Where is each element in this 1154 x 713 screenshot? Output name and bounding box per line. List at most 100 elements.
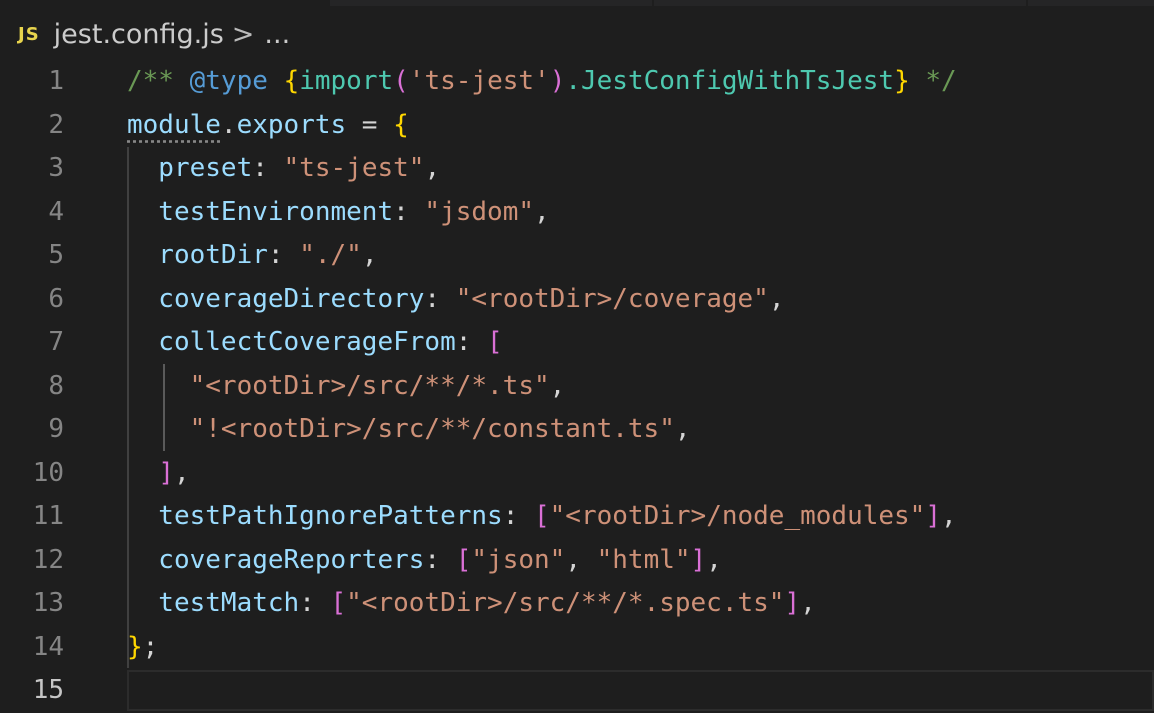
code-token: "<rootDir>/src/**/*.spec.ts" bbox=[346, 588, 785, 618]
code-token: collectCoverageFrom bbox=[127, 327, 456, 357]
code-token: @type bbox=[189, 66, 268, 96]
code-line[interactable]: 7 collectCoverageFrom: [ bbox=[0, 321, 1154, 365]
code-token: "./" bbox=[299, 240, 362, 270]
code-text: "<rootDir>/src/**/*.ts", bbox=[127, 365, 566, 409]
code-token: testEnvironment bbox=[127, 196, 394, 227]
code-token: ] bbox=[784, 588, 801, 618]
current-line-highlight bbox=[127, 670, 1154, 711]
code-token: , bbox=[706, 544, 722, 575]
code-token: , bbox=[674, 414, 691, 444]
line-number: 7 bbox=[48, 327, 64, 357]
code-line[interactable]: 13 testMatch: ["<rootDir>/src/**/*.spec.… bbox=[0, 582, 1154, 626]
code-token: : bbox=[502, 501, 534, 531]
breadcrumb-symbols[interactable]: ... bbox=[264, 19, 290, 50]
code-token: , bbox=[173, 457, 190, 488]
tab-placeholder[interactable] bbox=[654, 0, 1026, 6]
code-text: preset: "ts-jest", bbox=[127, 147, 440, 191]
code-token: } bbox=[127, 631, 143, 662]
code-token: , bbox=[424, 153, 441, 183]
code-token: , bbox=[361, 240, 378, 270]
line-number: 1 bbox=[48, 66, 64, 96]
line-number: 12 bbox=[32, 544, 64, 575]
code-line[interactable]: 5 rootDir: "./", bbox=[0, 234, 1154, 278]
code-text: ], bbox=[127, 452, 190, 496]
code-text: testEnvironment: "jsdom", bbox=[127, 191, 550, 235]
code-token: ] bbox=[925, 501, 941, 531]
code-token: , bbox=[800, 588, 816, 618]
code-line[interactable]: 4 testEnvironment: "jsdom", bbox=[0, 191, 1154, 235]
code-token: , bbox=[549, 370, 566, 401]
code-text: "!<rootDir>/src/**/constant.ts", bbox=[127, 408, 691, 452]
code-editor[interactable]: 1 /** @type {import('ts-jest').JestConfig… bbox=[0, 60, 1154, 713]
code-token: , bbox=[534, 196, 550, 227]
code-token: "html" bbox=[596, 544, 691, 575]
code-token: .JestConfigWithTsJest bbox=[565, 66, 895, 96]
code-line[interactable]: 12 coverageReporters: ["json", "html"], bbox=[0, 539, 1154, 583]
code-token: : bbox=[424, 283, 456, 314]
code-token: coverageDirectory bbox=[127, 283, 425, 314]
code-text: }; bbox=[127, 626, 158, 670]
tab-bar-strip bbox=[0, 0, 1154, 6]
code-line[interactable]: 8 "<rootDir>/src/**/*.ts", bbox=[0, 365, 1154, 409]
code-token: : bbox=[299, 588, 331, 618]
code-text: module.exports = { bbox=[127, 104, 409, 148]
code-line[interactable]: 2 module.exports = { bbox=[0, 104, 1154, 148]
code-text: /** @type {import('ts-jest').JestConfigW… bbox=[127, 60, 957, 104]
line-number: 10 bbox=[32, 457, 64, 488]
code-token: "json" bbox=[471, 544, 566, 575]
code-token: { bbox=[283, 66, 300, 96]
code-token: ] bbox=[158, 457, 174, 488]
code-token: : bbox=[393, 196, 425, 227]
code-token: coverageReporters bbox=[127, 544, 425, 575]
code-text: coverageReporters: ["json", "html"], bbox=[127, 539, 722, 583]
code-text: rootDir: "./", bbox=[127, 234, 377, 278]
code-token: : bbox=[267, 240, 300, 270]
code-line[interactable]: 14}; bbox=[0, 626, 1154, 670]
code-token: testPathIgnorePatterns bbox=[127, 501, 503, 531]
code-token: "<rootDir>/coverage" bbox=[455, 283, 769, 314]
code-token: /** bbox=[127, 66, 190, 96]
code-token: preset bbox=[127, 153, 253, 183]
line-number: 11 bbox=[32, 501, 64, 531]
code-token: [ bbox=[330, 588, 347, 618]
code-line[interactable]: 11 testPathIgnorePatterns: ["<rootDir>/n… bbox=[0, 495, 1154, 539]
line-number: 9 bbox=[48, 414, 64, 444]
code-text: collectCoverageFrom: [ bbox=[127, 321, 502, 365]
chevron-right-icon: > bbox=[231, 18, 255, 50]
code-token: ( bbox=[393, 66, 409, 96]
tab-placeholder[interactable] bbox=[330, 0, 652, 6]
code-line[interactable]: 6 coverageDirectory: "<rootDir>/coverage… bbox=[0, 278, 1154, 322]
breadcrumb: JS jest.config.js > ... bbox=[0, 8, 1154, 60]
code-text: coverageDirectory: "<rootDir>/coverage", bbox=[127, 278, 784, 322]
javascript-file-icon: JS bbox=[18, 23, 40, 45]
line-number: 3 bbox=[48, 153, 64, 183]
code-token: "ts-jest" bbox=[283, 153, 425, 183]
code-token: , bbox=[941, 501, 957, 531]
code-token: = bbox=[346, 109, 394, 140]
line-number: 13 bbox=[32, 588, 64, 618]
code-line[interactable]: 9 "!<rootDir>/src/**/constant.ts", bbox=[0, 408, 1154, 452]
code-line[interactable]: 10 ], bbox=[0, 452, 1154, 496]
code-token: { bbox=[393, 109, 409, 140]
line-number: 6 bbox=[48, 283, 64, 314]
code-token: : bbox=[424, 544, 456, 575]
code-token: ) bbox=[549, 66, 566, 96]
line-number: 14 bbox=[32, 631, 64, 662]
breadcrumb-file[interactable]: jest.config.js bbox=[54, 19, 224, 50]
code-token: : bbox=[455, 327, 488, 357]
code-token: exports bbox=[236, 109, 347, 140]
code-line[interactable]: 1 /** @type {import('ts-jest').JestConfig… bbox=[0, 60, 1154, 104]
code-token: "jsdom" bbox=[424, 196, 534, 227]
code-token: , bbox=[768, 283, 785, 314]
code-token: . bbox=[220, 109, 237, 140]
code-line[interactable]: 15 bbox=[0, 669, 1154, 713]
code-line[interactable]: 3 preset: "ts-jest", bbox=[0, 147, 1154, 191]
code-token: "<rootDir>/node_modules" bbox=[549, 501, 926, 531]
tab-placeholder[interactable] bbox=[1028, 0, 1154, 6]
code-token: [ bbox=[534, 501, 550, 531]
code-token: "<rootDir>/src/**/*.ts" bbox=[127, 370, 550, 401]
code-token: ] bbox=[690, 544, 707, 575]
code-token: "!<rootDir>/src/**/constant.ts" bbox=[127, 414, 675, 444]
line-number: 2 bbox=[48, 109, 64, 140]
